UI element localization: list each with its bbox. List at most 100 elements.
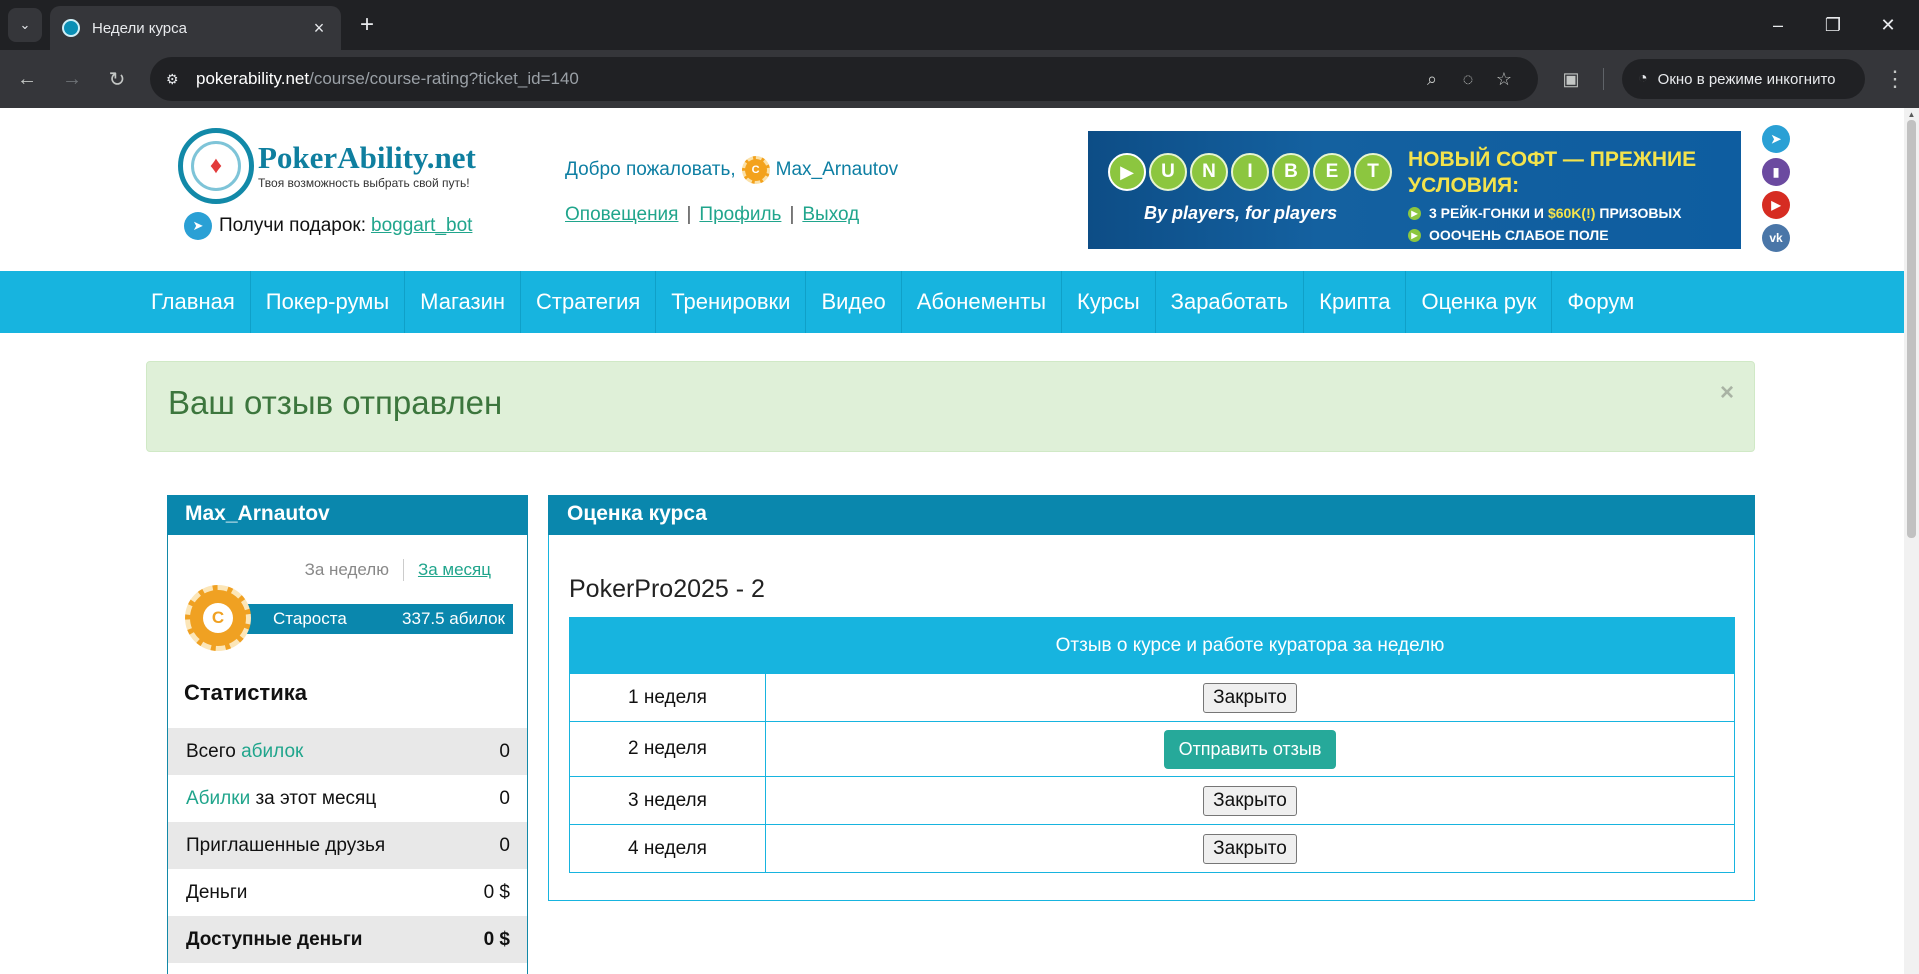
rank-coin-icon: C <box>185 585 251 651</box>
closed-button[interactable]: Закрыто <box>1203 682 1297 713</box>
nav-item-trainings[interactable]: Тренировки <box>656 271 807 333</box>
site-logo[interactable]: ♦ PokerAbility.net Твоя возможность выбр… <box>178 128 476 204</box>
nav-item-poker-rooms[interactable]: Покер-румы <box>251 271 406 333</box>
nav-item-earn[interactable]: Заработать <box>1156 271 1305 333</box>
stat-value: 0 <box>499 787 510 809</box>
address-bar[interactable]: ⚙ pokerability.net/course/course-rating?… <box>150 57 1538 101</box>
gift-bot-link[interactable]: boggart_bot <box>371 215 472 237</box>
vk-icon[interactable]: vk <box>1762 224 1790 252</box>
stat-label-link[interactable]: абилок <box>241 741 303 762</box>
table-row: 1 неделя Закрыто <box>569 673 1735 722</box>
zoom-icon[interactable]: ⌕ <box>1414 62 1450 96</box>
banner-letter: E <box>1313 153 1351 191</box>
telegram-icon[interactable]: ➤ <box>1762 125 1790 153</box>
nav-item-forum[interactable]: Форум <box>1552 271 1649 333</box>
restore-icon[interactable]: ❐ <box>1811 8 1855 42</box>
user-links: Оповещения | Профиль | Выход <box>565 204 860 225</box>
minimize-icon[interactable]: – <box>1756 8 1800 42</box>
twitch-icon[interactable]: ▮ <box>1762 158 1790 186</box>
stat-row: Абилки за этот месяц 0 <box>168 775 527 822</box>
course-panel-title: Оценка курса <box>548 495 1755 535</box>
send-review-button[interactable]: Отправить отзыв <box>1163 729 1337 769</box>
close-icon[interactable]: × <box>309 18 329 39</box>
site-settings-icon[interactable]: ⚙ <box>166 71 196 88</box>
nav-item-home[interactable]: Главная <box>136 271 251 333</box>
week-label: 2 неделя <box>569 721 766 777</box>
scroll-up-icon[interactable]: ▲ <box>1907 110 1916 119</box>
stat-value: 0 <box>499 834 510 856</box>
banner-line-1: ▶ 3 РЕЙК-ГОНКИ И $60K(!) ПРИЗОВЫХ <box>1408 205 1728 221</box>
banner-line-1-text: 3 РЕЙК-ГОНКИ И <box>1429 205 1544 221</box>
new-tab-button[interactable]: + <box>352 10 382 40</box>
course-weeks-table: Отзыв о курсе и работе куратора за недел… <box>569 617 1735 873</box>
back-arrow-icon[interactable]: ← <box>10 62 44 96</box>
stat-label: Деньги <box>186 881 248 903</box>
menu-icon[interactable]: ⋮ <box>1878 62 1912 96</box>
success-alert: Ваш отзыв отправлен × <box>146 361 1755 452</box>
table-row: 3 неделя Закрыто <box>569 776 1735 825</box>
stat-row: Деньги 0 $ <box>168 869 527 916</box>
nav-item-hand-review[interactable]: Оценка рук <box>1406 271 1553 333</box>
logo-tagline: Твоя возможность выбрать свой путь! <box>258 176 470 190</box>
nav-item-crypto[interactable]: Крипта <box>1304 271 1407 333</box>
week-label: 1 неделя <box>569 673 766 722</box>
stats-list: Всего абилок 0 Абилки за этот месяц 0 Пр… <box>168 728 527 963</box>
stat-value: 0 $ <box>483 881 510 903</box>
profile-link[interactable]: Профиль <box>699 204 781 225</box>
star-icon[interactable]: ☆ <box>1486 62 1522 96</box>
nav-item-shop[interactable]: Магазин <box>405 271 522 333</box>
banner-letter: B <box>1272 153 1310 191</box>
period-month[interactable]: За месяц <box>418 560 491 580</box>
column-week <box>569 617 766 674</box>
stats-title: Статистика <box>184 680 307 705</box>
incognito-badge[interactable]: ◔ Окно в режиме инкогнито <box>1622 59 1865 99</box>
course-rating-panel: Оценка курса PokerPro2025 - 2 Отзыв о ку… <box>548 495 1755 901</box>
banner-line-1-suffix: ПРИЗОВЫХ <box>1599 205 1682 221</box>
eye-off-icon[interactable]: ◌ <box>1450 62 1486 96</box>
telegram-icon: ➤ <box>184 212 212 240</box>
browser-tab[interactable]: Недели курса × <box>50 6 341 50</box>
incognito-label: Окно в режиме инкогнито <box>1657 70 1836 88</box>
banner-letter: U <box>1149 153 1187 191</box>
period-switch: За неделю За месяц <box>305 559 491 581</box>
window-close-icon[interactable]: ✕ <box>1866 8 1910 42</box>
logout-link[interactable]: Выход <box>802 204 859 225</box>
table-row: 2 неделя Отправить отзыв <box>569 721 1735 777</box>
tab-search-button[interactable]: ⌄ <box>8 8 42 42</box>
notifications-link[interactable]: Оповещения <box>565 204 678 225</box>
stat-row: Всего абилок 0 <box>168 728 527 775</box>
nav-item-subscriptions[interactable]: Абонементы <box>902 271 1063 333</box>
unibet-banner[interactable]: ▶ U N I B E T By players, for players НО… <box>1088 131 1741 249</box>
nav-item-video[interactable]: Видео <box>806 271 902 333</box>
username[interactable]: Max_Arnautov <box>776 159 899 181</box>
banner-tagline: By players, for players <box>1144 203 1338 223</box>
bullet-icon: ▶ <box>1408 206 1421 220</box>
reload-icon[interactable]: ↻ <box>100 62 134 96</box>
youtube-icon[interactable]: ▶ <box>1762 191 1790 219</box>
logo-name: PokerAbility.net <box>258 140 476 175</box>
profile-panel-title: Max_Arnautov <box>167 495 528 535</box>
scroll-thumb[interactable] <box>1907 120 1916 538</box>
logo-chip-icon: ♦ <box>178 128 254 204</box>
forward-arrow-icon[interactable]: → <box>55 62 89 96</box>
rank-bar: Староста 337.5 абилок <box>223 604 513 634</box>
banner-headline: НОВЫЙ СОФТ — ПРЕЖНИЕ УСЛОВИЯ: <box>1408 148 1697 197</box>
nav-item-courses[interactable]: Курсы <box>1062 271 1156 333</box>
closed-button[interactable]: Закрыто <box>1203 785 1297 816</box>
column-review: Отзыв о курсе и работе куратора за недел… <box>765 617 1735 674</box>
url-text[interactable]: pokerability.net/course/course-rating?ti… <box>196 69 1414 89</box>
course-name: PokerPro2025 - 2 <box>569 575 765 603</box>
closed-button[interactable]: Закрыто <box>1203 833 1297 864</box>
page-scrollbar[interactable]: ▲ <box>1904 108 1919 974</box>
stat-label-link[interactable]: Абилки <box>186 788 250 809</box>
period-week[interactable]: За неделю <box>305 560 389 580</box>
nav-item-strategy[interactable]: Стратегия <box>521 271 657 333</box>
play-icon: ▶ <box>1108 153 1146 191</box>
banner-letter: T <box>1354 153 1392 191</box>
close-icon[interactable]: × <box>1720 379 1734 407</box>
profile-panel: Max_Arnautov За неделю За месяц Староста… <box>167 495 528 974</box>
screenshot-icon[interactable]: ▣ <box>1554 62 1588 96</box>
rank-badge: Староста 337.5 абилок C <box>185 585 513 653</box>
alert-message: Ваш отзыв отправлен <box>168 384 503 421</box>
chevron-down-icon: ⌄ <box>19 17 31 32</box>
